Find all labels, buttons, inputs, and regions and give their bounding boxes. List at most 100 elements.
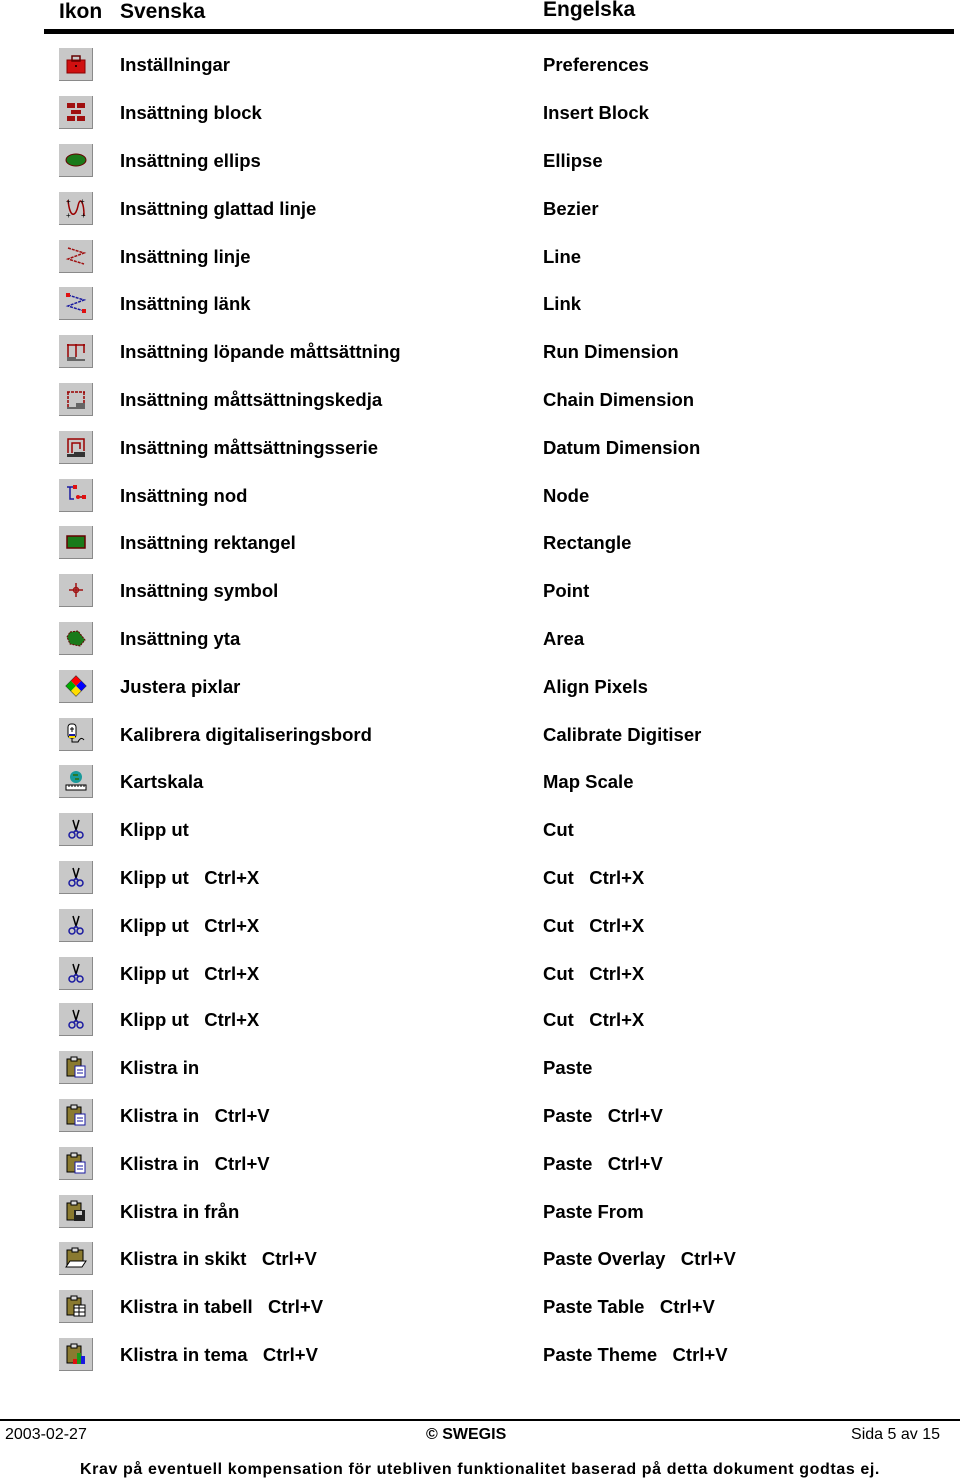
swedish-term: Justera pixlar bbox=[120, 676, 241, 697]
line-icon bbox=[59, 240, 93, 273]
english-term: Point bbox=[543, 580, 590, 601]
paste-overlay-icon bbox=[59, 1242, 93, 1275]
english-term: Calibrate Digitiser bbox=[543, 724, 702, 745]
table-row: Klistra in Paste bbox=[0, 1051, 960, 1087]
english-term: Paste Ctrl+V bbox=[543, 1153, 663, 1174]
point-icon bbox=[59, 574, 93, 607]
english-term: Run Dimension bbox=[543, 341, 679, 362]
english-term: Node bbox=[543, 485, 590, 506]
footer-page-number: Sida 5 av 15 bbox=[851, 1426, 940, 1443]
table-row: Klistra in Ctrl+V Paste Ctrl+V bbox=[0, 1147, 960, 1183]
column-header-swedish: Svenska bbox=[120, 0, 206, 23]
english-term: Paste Theme Ctrl+V bbox=[543, 1344, 728, 1365]
scissors-icon bbox=[59, 813, 93, 846]
swedish-term: Inställningar bbox=[120, 54, 230, 75]
paste-icon bbox=[59, 1099, 93, 1132]
header-divider bbox=[44, 29, 954, 34]
column-header-english: Engelska bbox=[543, 0, 636, 21]
swedish-term: Insättning glattad linje bbox=[120, 198, 317, 219]
footer-disclaimer: Krav på eventuell kompensation för utebl… bbox=[80, 1461, 880, 1478]
table-row: Klipp ut Cut bbox=[0, 813, 960, 849]
run-dimension-icon bbox=[59, 335, 93, 368]
swedish-term: Insättning länk bbox=[120, 293, 251, 314]
table-row: Klistra in från Paste From bbox=[0, 1195, 960, 1231]
english-term: Paste From bbox=[543, 1201, 644, 1222]
table-row: Klistra in skikt Ctrl+V Paste Overlay Ctr… bbox=[0, 1242, 960, 1278]
scissors-icon bbox=[59, 861, 93, 894]
table-row: Insättning måttsättningsserie Datum Dimen… bbox=[0, 431, 960, 467]
table-row: Klipp ut Ctrl+X Cut Ctrl+X bbox=[0, 1003, 960, 1039]
english-term: Paste Table Ctrl+V bbox=[543, 1296, 715, 1317]
area-icon bbox=[59, 622, 93, 655]
swedish-term: Klipp ut bbox=[120, 819, 189, 840]
table-row: Insättning löpande måttsättning Run Dimen… bbox=[0, 335, 960, 371]
english-term: Ellipse bbox=[543, 150, 603, 171]
table-row: Insättning symbol Point bbox=[0, 574, 960, 610]
swedish-term: Insättning rektangel bbox=[120, 532, 296, 553]
english-term: Cut bbox=[543, 819, 574, 840]
table-row: Klipp ut Ctrl+X Cut Ctrl+X bbox=[0, 909, 960, 945]
ellipse-icon bbox=[59, 144, 93, 177]
swedish-term: Klistra in från bbox=[120, 1201, 240, 1222]
paste-icon bbox=[59, 1147, 93, 1180]
rectangle-icon bbox=[59, 526, 93, 559]
english-term: Area bbox=[543, 628, 585, 649]
swedish-term: Insättning ellips bbox=[120, 150, 261, 171]
link-icon bbox=[59, 287, 93, 320]
table-row: Insättning rektangel Rectangle bbox=[0, 526, 960, 562]
english-term: Map Scale bbox=[543, 771, 634, 792]
english-term: Paste bbox=[543, 1057, 593, 1078]
digitiser-icon bbox=[59, 718, 93, 751]
swedish-term: Klipp ut Ctrl+X bbox=[120, 915, 260, 936]
datum-dimension-icon bbox=[59, 431, 93, 464]
swedish-term: Klistra in skikt Ctrl+V bbox=[120, 1248, 317, 1269]
table-row: Klistra in tema Ctrl+V Paste Theme Ctrl+V bbox=[0, 1338, 960, 1374]
bezier-icon: + + + + bbox=[59, 192, 93, 225]
english-term: Paste Overlay Ctrl+V bbox=[543, 1248, 736, 1269]
table-row: Klistra in Ctrl+V Paste Ctrl+V bbox=[0, 1099, 960, 1135]
chain-dimension-icon bbox=[59, 383, 93, 416]
svg-text:+: + bbox=[66, 197, 71, 206]
english-term: Preferences bbox=[543, 54, 649, 75]
english-term: Line bbox=[543, 246, 582, 267]
table-row: Insättning måttsättningskedja Chain Dimen… bbox=[0, 383, 960, 419]
english-term: Link bbox=[543, 293, 582, 314]
english-term: Cut Ctrl+X bbox=[543, 915, 645, 936]
swedish-term: Insättning måttsättningskedja bbox=[120, 389, 383, 410]
scissors-icon bbox=[59, 909, 93, 942]
swedish-term: Klistra in Ctrl+V bbox=[120, 1105, 270, 1126]
footer-divider bbox=[0, 1419, 960, 1421]
english-term: Cut Ctrl+X bbox=[543, 963, 645, 984]
english-term: Bezier bbox=[543, 198, 599, 219]
footer-copyright: © SWEGIS bbox=[426, 1426, 507, 1443]
swedish-term: Insättning block bbox=[120, 102, 262, 123]
english-term: Align Pixels bbox=[543, 676, 648, 697]
swedish-term: Insättning linje bbox=[120, 246, 251, 267]
svg-text:+: + bbox=[80, 197, 85, 206]
english-term: Paste Ctrl+V bbox=[543, 1105, 663, 1126]
swedish-term: Klipp ut Ctrl+X bbox=[120, 867, 260, 888]
swedish-term: Klistra in bbox=[120, 1057, 200, 1078]
toolbox-icon bbox=[59, 48, 93, 81]
swedish-term: Insättning nod bbox=[120, 485, 248, 506]
map-scale-icon bbox=[59, 765, 93, 798]
swedish-term: Insättning måttsättningsserie bbox=[120, 437, 379, 458]
swedish-term: Insättning löpande måttsättning bbox=[120, 341, 401, 362]
paste-icon bbox=[59, 1051, 93, 1084]
table-row: + + + + Insättning glattad linje Bezier bbox=[0, 192, 960, 228]
table-row: Klistra in tabell Ctrl+V Paste Table Ctrl… bbox=[0, 1290, 960, 1326]
node-icon bbox=[59, 479, 93, 512]
english-term: Insert Block bbox=[543, 102, 649, 123]
swedish-term: Klipp ut Ctrl+X bbox=[120, 1009, 260, 1030]
table-row: Insättning ellips Ellipse bbox=[0, 144, 960, 180]
english-term: Rectangle bbox=[543, 532, 632, 553]
svg-text:+: + bbox=[66, 211, 71, 220]
table-row: Justera pixlar Align Pixels bbox=[0, 670, 960, 706]
swedish-term: Klistra in tabell Ctrl+V bbox=[120, 1296, 324, 1317]
paste-table-icon bbox=[59, 1290, 93, 1323]
table-row: Inställningar Preferences bbox=[0, 48, 960, 84]
english-term: Datum Dimension bbox=[543, 437, 701, 458]
table-row: Klipp ut Ctrl+X Cut Ctrl+X bbox=[0, 861, 960, 897]
swedish-term: Insättning yta bbox=[120, 628, 241, 649]
swedish-term: Klipp ut Ctrl+X bbox=[120, 963, 260, 984]
